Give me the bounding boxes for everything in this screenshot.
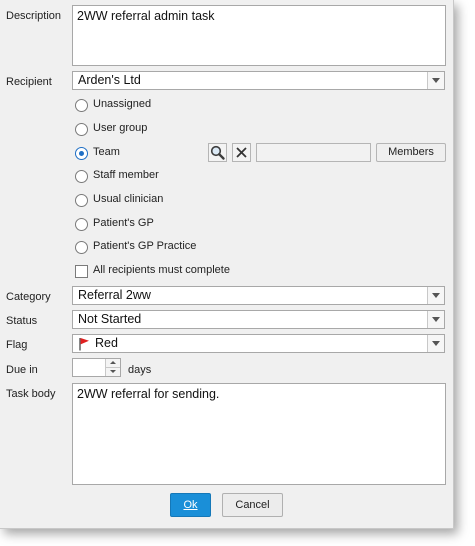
radio-button[interactable] [75, 241, 88, 254]
radio-button[interactable] [75, 99, 88, 112]
ok-button[interactable]: Ok [170, 493, 211, 517]
chevron-down-icon[interactable] [427, 72, 444, 89]
due-in-unit: days [128, 364, 152, 376]
radio-label: Team [93, 146, 120, 158]
radio-label: Usual clinician [93, 193, 164, 205]
task-body-label: Task body [6, 388, 56, 400]
recipient-dropdown[interactable]: Arden's Ltd [72, 71, 445, 90]
category-label: Category [6, 291, 51, 303]
close-icon[interactable] [232, 143, 251, 162]
task-body-value: 2WW referral for sending. [77, 387, 220, 401]
task-dialog: Description 2WW referral admin task Reci… [0, 0, 454, 529]
radio-button[interactable] [75, 170, 88, 183]
description-label: Description [6, 10, 62, 22]
radio-label: Staff member [93, 169, 159, 181]
radio-label: Patient's GP Practice [93, 240, 197, 252]
radio-label: Patient's GP [93, 217, 154, 229]
due-in-label: Due in [6, 364, 38, 376]
radio-button[interactable] [75, 194, 88, 207]
flag-dropdown[interactable]: Red [72, 334, 445, 353]
recipient-value: Arden's Ltd [78, 73, 141, 87]
cancel-button[interactable]: Cancel [222, 493, 283, 517]
red-flag-icon [78, 337, 90, 354]
radio-button-selected[interactable] [75, 147, 88, 160]
members-button-label: Members [388, 146, 434, 158]
stepper-down-icon[interactable] [105, 368, 120, 376]
ok-button-label: Ok [183, 499, 198, 511]
category-dropdown[interactable]: Referral 2ww [72, 286, 445, 305]
radio-label: Unassigned [93, 98, 152, 110]
members-button[interactable]: Members [376, 143, 446, 162]
chevron-down-icon[interactable] [427, 311, 444, 328]
radio-button[interactable] [75, 218, 88, 231]
flag-label: Flag [6, 339, 28, 351]
stepper-up-icon[interactable] [105, 359, 120, 368]
cancel-button-label: Cancel [235, 499, 270, 511]
task-body-field[interactable]: 2WW referral for sending. [72, 383, 446, 485]
search-icon[interactable] [208, 143, 227, 162]
radio-label: User group [93, 122, 148, 134]
status-value: Not Started [78, 312, 142, 326]
description-field[interactable]: 2WW referral admin task [72, 5, 446, 66]
team-field[interactable] [256, 143, 371, 162]
recipient-label: Recipient [6, 76, 52, 88]
flag-value: Red [95, 336, 118, 350]
due-in-stepper[interactable] [72, 358, 121, 377]
status-label: Status [6, 315, 38, 327]
status-dropdown[interactable]: Not Started [72, 310, 445, 329]
radio-button[interactable] [75, 123, 88, 136]
category-value: Referral 2ww [78, 288, 151, 302]
chevron-down-icon[interactable] [427, 335, 444, 352]
description-value: 2WW referral admin task [77, 9, 215, 23]
all-recipients-checkbox[interactable] [75, 265, 88, 278]
chevron-down-icon[interactable] [427, 287, 444, 304]
all-recipients-label: All recipients must complete [93, 264, 230, 276]
